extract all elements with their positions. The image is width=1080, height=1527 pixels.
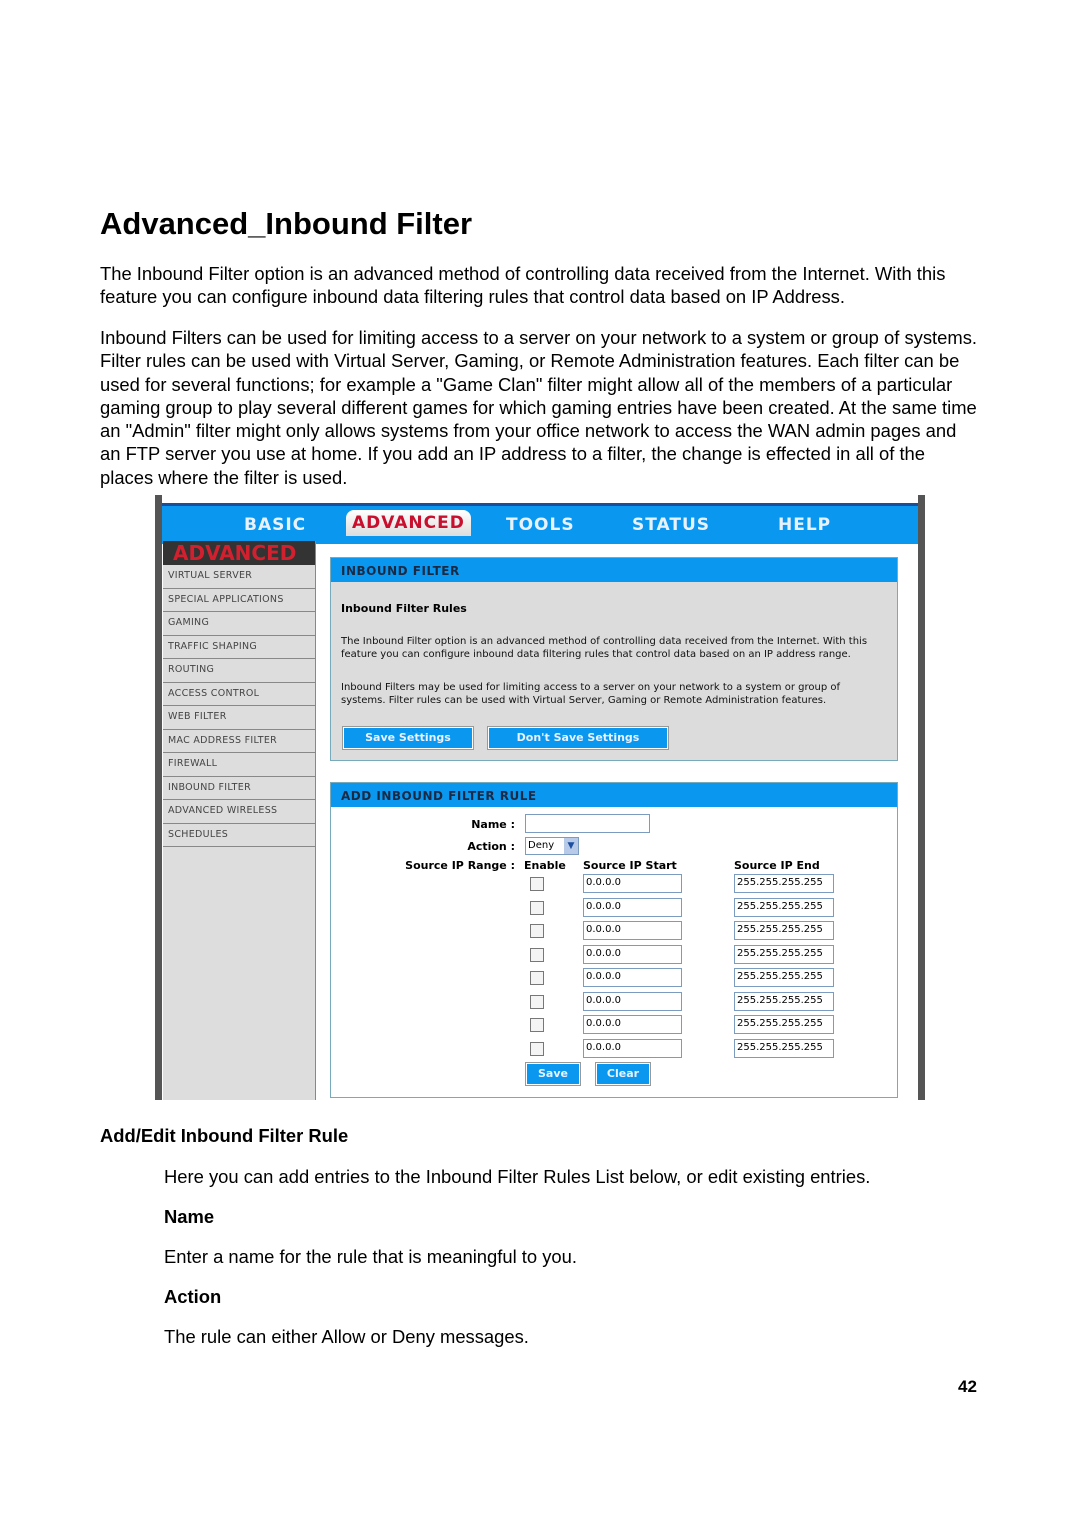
source-ip-end-input[interactable]: 255.255.255.255	[734, 874, 834, 893]
source-ip-end-input[interactable]: 255.255.255.255	[734, 1015, 834, 1034]
tab-basic[interactable]: BASIC	[244, 515, 306, 535]
sidebar-item-inbound-filter[interactable]: INBOUND FILTER	[163, 776, 315, 800]
sidebar-item-special-applications[interactable]: SPECIAL APPLICATIONS	[163, 588, 315, 612]
source-ip-end-input[interactable]: 255.255.255.255	[734, 921, 834, 940]
enable-checkbox[interactable]	[530, 877, 544, 891]
action-heading: Action	[164, 1286, 222, 1307]
add-inbound-filter-rule-panel: ADD INBOUND FILTER RULE Name : Action : …	[330, 782, 898, 1098]
tab-tools[interactable]: TOOLS	[506, 515, 575, 535]
source-ip-start-input[interactable]: 0.0.0.0	[583, 944, 682, 964]
enable-checkbox[interactable]	[530, 924, 544, 938]
sidebar-item-mac-address-filter[interactable]: MAC ADDRESS FILTER	[163, 729, 315, 753]
action-label: Action :	[467, 840, 515, 853]
action-select[interactable]: Deny ▼	[525, 837, 579, 855]
sidebar-item-schedules[interactable]: SCHEDULES	[163, 823, 315, 847]
source-ip-end-input[interactable]: 255.255.255.255	[734, 991, 834, 1011]
enable-checkbox[interactable]	[530, 971, 544, 985]
top-nav: BASIC ADVANCED TOOLS STATUS HELP	[162, 503, 918, 544]
chevron-down-icon[interactable]: ▼	[564, 838, 578, 854]
source-ip-start-input[interactable]: 0.0.0.0	[583, 991, 682, 1011]
source-ip-end-input[interactable]: 255.255.255.255	[734, 897, 834, 917]
source-ip-start-input[interactable]: 0.0.0.0	[583, 897, 682, 917]
intro-paragraph-2: Inbound Filters can be used for limiting…	[100, 327, 978, 488]
source-ip-start-input[interactable]: 0.0.0.0	[583, 1015, 682, 1034]
panel-header: INBOUND FILTER	[331, 558, 897, 582]
source-ip-start-input[interactable]: 0.0.0.0	[583, 921, 682, 940]
source-ip-end-input[interactable]: 255.255.255.255	[734, 1038, 834, 1058]
sidebar-item-traffic-shaping[interactable]: TRAFFIC SHAPING	[163, 635, 315, 659]
sidebar-title: ADVANCED	[163, 541, 315, 565]
panel-header: ADD INBOUND FILTER RULE	[331, 783, 897, 807]
sidebar-item-routing[interactable]: ROUTING	[163, 659, 315, 683]
sidebar-item-firewall[interactable]: FIREWALL	[163, 753, 315, 777]
router-screenshot: BASIC ADVANCED TOOLS STATUS HELP ADVANCE…	[155, 495, 925, 1100]
source-ip-start-input[interactable]: 0.0.0.0	[583, 874, 682, 893]
panel-text-2: Inbound Filters may be used for limiting…	[341, 682, 840, 706]
source-ip-start-header: Source IP Start	[583, 859, 677, 872]
name-text: Enter a name for the rule that is meanin…	[164, 1246, 577, 1267]
action-text: The rule can either Allow or Deny messag…	[164, 1326, 529, 1347]
save-settings-button[interactable]: Save Settings	[342, 726, 474, 750]
save-button[interactable]: Save	[525, 1062, 581, 1086]
page-title: Advanced_Inbound Filter	[100, 206, 473, 241]
name-heading: Name	[164, 1206, 215, 1227]
enable-checkbox[interactable]	[530, 900, 544, 915]
sidebar: ADVANCED VIRTUAL SERVER SPECIAL APPLICATI…	[163, 541, 316, 1100]
sidebar-item-gaming[interactable]: GAMING	[163, 612, 315, 636]
name-label: Name :	[471, 818, 515, 831]
intro-paragraph-1: The Inbound Filter option is an advanced…	[100, 263, 946, 308]
enable-checkbox[interactable]	[530, 947, 544, 962]
dont-save-settings-button[interactable]: Don't Save Settings	[487, 726, 669, 750]
enable-column-header: Enable	[524, 859, 566, 872]
enable-checkbox[interactable]	[530, 1018, 544, 1032]
tab-status[interactable]: STATUS	[632, 515, 710, 535]
source-ip-range-label: Source IP Range :	[405, 859, 515, 872]
source-ip-start-input[interactable]: 0.0.0.0	[583, 1038, 682, 1058]
page-number: 42	[958, 1377, 977, 1396]
sidebar-item-access-control[interactable]: ACCESS CONTROL	[163, 682, 315, 706]
enable-checkbox[interactable]	[530, 1041, 544, 1056]
source-ip-end-input[interactable]: 255.255.255.255	[734, 944, 834, 964]
panel-subtitle: Inbound Filter Rules	[341, 602, 467, 615]
source-ip-start-input[interactable]: 0.0.0.0	[583, 968, 682, 987]
section-heading: Add/Edit Inbound Filter Rule	[100, 1125, 349, 1146]
sidebar-item-web-filter[interactable]: WEB FILTER	[163, 706, 315, 730]
section-text: Here you can add entries to the Inbound …	[164, 1166, 871, 1187]
manual-page: Advanced_Inbound Filter The Inbound Filt…	[0, 0, 1080, 1527]
source-ip-end-header: Source IP End	[734, 859, 820, 872]
sidebar-item-advanced-wireless[interactable]: ADVANCED WIRELESS	[163, 800, 315, 824]
inbound-filter-panel: INBOUND FILTER Inbound Filter Rules The …	[330, 557, 898, 761]
sidebar-item-virtual-server[interactable]: VIRTUAL SERVER	[163, 565, 315, 589]
name-input[interactable]	[525, 814, 650, 833]
tab-help[interactable]: HELP	[778, 515, 831, 535]
action-value: Deny	[528, 840, 555, 851]
source-ip-end-input[interactable]: 255.255.255.255	[734, 968, 834, 987]
tab-advanced[interactable]: ADVANCED	[346, 510, 471, 536]
clear-button[interactable]: Clear	[595, 1062, 651, 1086]
panel-text-1: The Inbound Filter option is an advanced…	[341, 636, 868, 660]
enable-checkbox[interactable]	[530, 994, 544, 1009]
